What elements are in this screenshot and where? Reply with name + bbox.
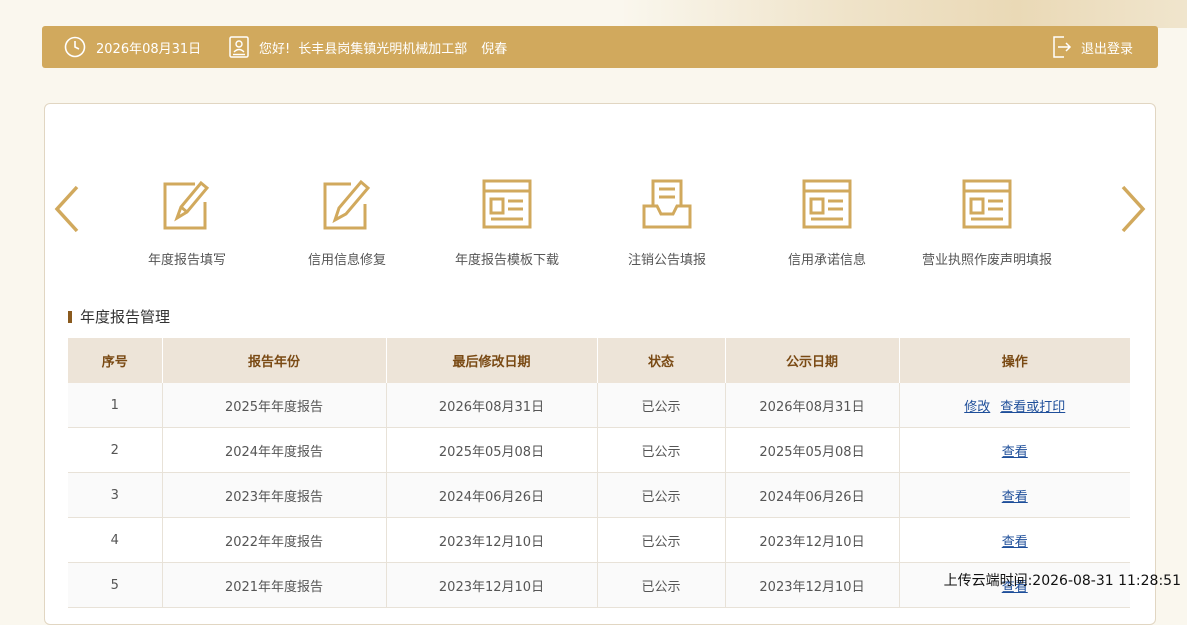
col-header-modified: 最后修改日期 xyxy=(386,338,598,383)
cell-year: 2024年年度报告 xyxy=(162,427,387,473)
func-label: 年度报告填写 xyxy=(147,253,226,268)
col-header-actions: 操作 xyxy=(899,338,1130,383)
main-panel: 年度报告填写 信用信息修复 年度报告模板下载 注销公告填报 信用承诺信息 营业执… xyxy=(44,103,1156,625)
col-header-published: 公示日期 xyxy=(725,338,900,383)
view-link[interactable]: 查看 xyxy=(1002,490,1028,505)
func-credit-repair[interactable]: 信用信息修复 xyxy=(267,176,427,268)
table-row: 1 2025年年度报告 2026年08月31日 已公示 2026年08月31日 … xyxy=(68,383,1130,428)
logout-label: 退出登录 xyxy=(1080,41,1133,57)
func-credit-commitment[interactable]: 信用承诺信息 xyxy=(747,176,907,268)
table-header-row: 序号 报告年份 最后修改日期 状态 公示日期 操作 xyxy=(68,338,1130,383)
func-label: 注销公告填报 xyxy=(627,253,706,268)
cell-status: 已公示 xyxy=(597,472,726,518)
edit-pen-icon xyxy=(323,179,371,230)
cell-modified: 2024年06月26日 xyxy=(386,472,598,518)
user-badge-icon xyxy=(229,36,249,58)
func-label: 信用承诺信息 xyxy=(787,253,866,268)
section-title-text: 年度报告管理 xyxy=(80,308,171,326)
cell-actions: 查看 xyxy=(899,427,1130,473)
cell-status: 已公示 xyxy=(597,427,726,473)
cell-year: 2025年年度报告 xyxy=(162,383,387,428)
document-list-icon xyxy=(802,179,852,229)
col-header-year: 报告年份 xyxy=(162,338,387,383)
cell-published: 2023年12月10日 xyxy=(725,517,900,563)
edit-link[interactable]: 修改 xyxy=(964,400,990,415)
cell-published: 2023年12月10日 xyxy=(725,562,900,608)
person-name: 倪春 xyxy=(481,41,508,57)
cell-year: 2021年年度报告 xyxy=(162,562,387,608)
company-name: 长丰县岗集镇光明机械加工部 xyxy=(298,41,468,57)
func-label: 年度报告模板下载 xyxy=(454,253,559,268)
view-link[interactable]: 查看 xyxy=(1002,535,1028,550)
document-template-icon xyxy=(482,179,532,229)
greeting-text: 您好! xyxy=(259,41,291,57)
cell-year: 2022年年度报告 xyxy=(162,517,387,563)
cell-no: 5 xyxy=(68,562,163,608)
cell-published: 2024年06月26日 xyxy=(725,472,900,518)
current-date: 2026年08月31日 xyxy=(96,41,202,57)
view-link[interactable]: 查看 xyxy=(1002,445,1028,460)
inbox-tray-icon xyxy=(642,179,692,229)
cell-modified: 2023年12月10日 xyxy=(386,517,598,563)
document-list-icon xyxy=(962,179,1012,229)
report-table: 序号 报告年份 最后修改日期 状态 公示日期 操作 1 2025年年度报告 20… xyxy=(68,338,1130,608)
func-template-download[interactable]: 年度报告模板下载 xyxy=(427,176,587,268)
func-annual-report-fill[interactable]: 年度报告填写 xyxy=(107,176,267,268)
cell-no: 1 xyxy=(68,383,163,428)
carousel-prev-button[interactable] xyxy=(53,184,81,238)
func-label: 信用信息修复 xyxy=(307,253,386,268)
edit-form-icon xyxy=(163,180,210,230)
cell-status: 已公示 xyxy=(597,562,726,608)
cell-actions: 查看 xyxy=(899,472,1130,518)
col-header-status: 状态 xyxy=(597,338,726,383)
header-bar: 2026年08月31日 您好! 长丰县岗集镇光明机械加工部 倪春 退出登录 xyxy=(42,26,1158,68)
clock-icon xyxy=(64,36,86,58)
col-header-no: 序号 xyxy=(68,338,163,383)
logout-icon xyxy=(1052,36,1072,58)
upload-timestamp: 上传云端时间:2026-08-31 11:28:51 xyxy=(943,573,1181,589)
table-row: 2 2024年年度报告 2025年05月08日 已公示 2025年05月08日 … xyxy=(68,427,1130,473)
cell-actions: 修改 查看或打印 xyxy=(899,383,1130,428)
cell-no: 3 xyxy=(68,472,163,518)
cell-no: 2 xyxy=(68,427,163,473)
cell-modified: 2026年08月31日 xyxy=(386,383,598,428)
cell-no: 4 xyxy=(68,517,163,563)
cell-published: 2025年05月08日 xyxy=(725,427,900,473)
table-row: 3 2023年年度报告 2024年06月26日 已公示 2024年06月26日 … xyxy=(68,472,1130,518)
cell-status: 已公示 xyxy=(597,517,726,563)
header-date: 2026年08月31日 xyxy=(64,26,201,68)
title-marker xyxy=(68,310,72,323)
func-label: 营业执照作废声明填报 xyxy=(921,253,1052,268)
cell-modified: 2023年12月10日 xyxy=(386,562,598,608)
cell-actions: 查看 xyxy=(899,517,1130,563)
header-greeting: 您好! 长丰县岗集镇光明机械加工部 倪春 xyxy=(229,26,507,68)
carousel-next-button[interactable] xyxy=(1119,184,1147,238)
cell-status: 已公示 xyxy=(597,383,726,428)
section-title: 年度报告管理 xyxy=(68,306,170,327)
top-decoration xyxy=(620,0,1187,28)
func-cancellation-notice[interactable]: 注销公告填报 xyxy=(587,176,747,268)
cell-year: 2023年年度报告 xyxy=(162,472,387,518)
table-row: 4 2022年年度报告 2023年12月10日 已公示 2023年12月10日 … xyxy=(68,517,1130,563)
view-print-link[interactable]: 查看或打印 xyxy=(1000,400,1065,415)
func-license-void-statement[interactable]: 营业执照作废声明填报 xyxy=(907,176,1067,268)
cell-published: 2026年08月31日 xyxy=(725,383,900,428)
cell-modified: 2025年05月08日 xyxy=(386,427,598,473)
logout-button[interactable]: 退出登录 xyxy=(1052,26,1133,68)
